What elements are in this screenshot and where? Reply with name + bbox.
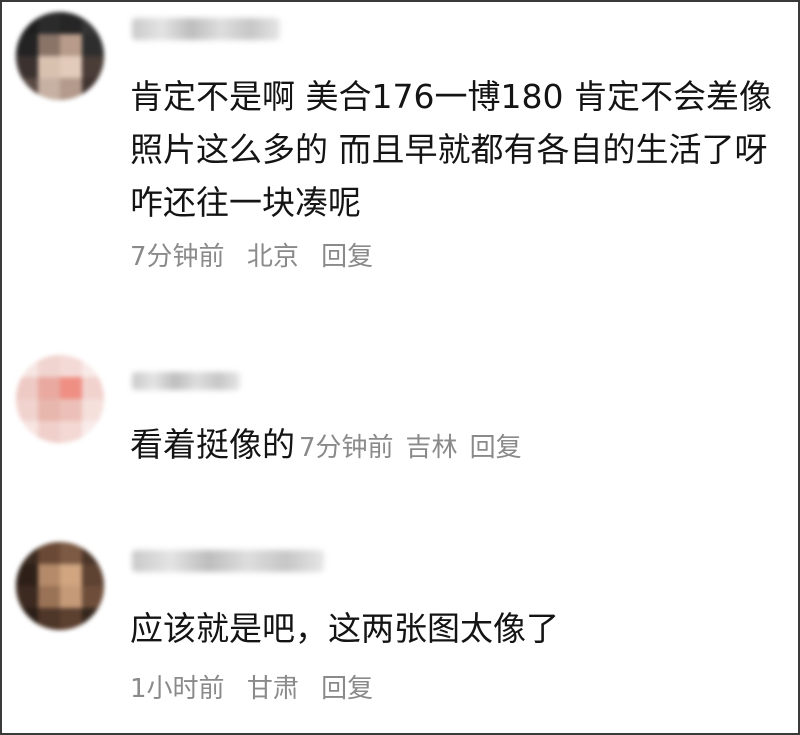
comment-meta: 1小时前 甘肃 回复 xyxy=(130,668,387,705)
user-avatar[interactable] xyxy=(16,542,104,630)
comment-location: 北京 xyxy=(246,242,299,272)
comment-meta: 7分钟前 北京 回复 xyxy=(130,236,387,273)
reply-button[interactable]: 回复 xyxy=(321,242,373,272)
user-avatar[interactable] xyxy=(16,355,104,443)
comment-text: 看着挺像的 7分钟前 吉林 回复 xyxy=(130,418,790,475)
comment-text: 应该就是吧，这两张图太像了 xyxy=(130,609,559,648)
reply-button[interactable]: 回复 xyxy=(321,674,373,704)
comment-time: 7分钟前 xyxy=(299,433,394,463)
comment-text: 肯定不是啊 美合176一博180 肯定不会差像照片这么多的 而且早就都有各自的生… xyxy=(130,77,772,222)
comment-time: 7分钟前 xyxy=(130,242,225,272)
comment-list: 肯定不是啊 美合176一博180 肯定不会差像照片这么多的 而且早就都有各自的生… xyxy=(0,0,800,735)
reply-button[interactable]: 回复 xyxy=(470,433,522,463)
comment-location: 甘肃 xyxy=(246,674,299,704)
username-blurred[interactable] xyxy=(132,18,280,40)
comment-location: 吉林 xyxy=(405,433,458,463)
username-blurred[interactable] xyxy=(132,372,240,390)
comment-meta: 7分钟前 吉林 回复 xyxy=(299,433,534,463)
user-avatar[interactable] xyxy=(16,12,104,100)
username-blurred[interactable] xyxy=(132,550,324,572)
comment-text-content: 看着挺像的 xyxy=(130,425,295,464)
comment-time: 1小时前 xyxy=(130,674,225,704)
